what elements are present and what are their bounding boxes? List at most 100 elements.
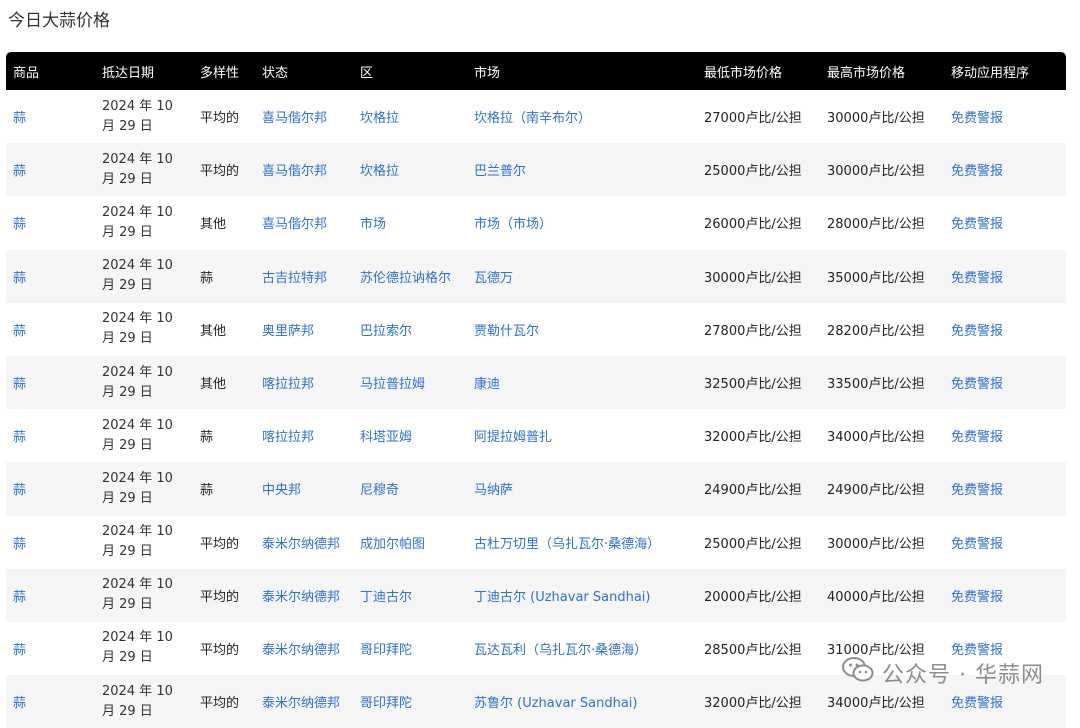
- free-alert-link[interactable]: 免费警报: [951, 271, 1003, 286]
- state-link[interactable]: 喜马偕尔邦: [262, 111, 327, 126]
- min-price-cell: 32000卢比/公担: [697, 409, 820, 462]
- market-link[interactable]: 瓦达瓦利（乌扎瓦尔·桑德海）: [474, 643, 647, 658]
- state-cell: 奥里萨邦: [255, 303, 353, 356]
- state-link[interactable]: 古吉拉特邦: [262, 271, 327, 286]
- market-link[interactable]: 丁迪古尔 (Uzhavar Sandhai): [474, 590, 650, 605]
- min-price: 26000卢比/公担: [704, 217, 802, 233]
- variety: 平均的: [200, 536, 240, 552]
- market-cell: 巴兰普尔: [467, 143, 697, 196]
- table-row: 蒜 2024 年 10 月 29 日 蒜 中央邦 尼穆奇 马纳萨 24900卢比/公担 249…: [6, 462, 1066, 516]
- district-cell: 哥印拜陀: [353, 675, 467, 728]
- max-price: 24900卢比/公担: [827, 483, 925, 499]
- market-cell: 康迪: [467, 356, 697, 409]
- state-link[interactable]: 泰米尔纳德邦: [262, 643, 340, 658]
- arrival-date: 2024 年 10 月 29 日: [102, 98, 173, 134]
- commodity-cell: 蒜: [6, 622, 95, 675]
- market-link[interactable]: 瓦德万: [474, 271, 513, 286]
- min-price-cell: 24900卢比/公担: [697, 462, 820, 515]
- header-arrival-date: 抵达日期: [102, 65, 155, 81]
- district-cell: 巴拉索尔: [353, 303, 467, 356]
- free-alert-cell: 免费警报: [944, 516, 1066, 569]
- state-link[interactable]: 中央邦: [262, 483, 301, 498]
- district-link[interactable]: 坎格拉: [360, 111, 399, 126]
- max-price: 28200卢比/公担: [827, 323, 925, 339]
- commodity-link[interactable]: 蒜: [13, 217, 26, 232]
- state-link[interactable]: 喀拉拉邦: [262, 430, 314, 445]
- variety-cell: 平均的: [193, 569, 255, 622]
- market-link[interactable]: 马纳萨: [474, 483, 513, 498]
- market-link[interactable]: 市场（市场）: [474, 217, 552, 232]
- market-cell: 阿提拉姆普扎: [467, 409, 697, 462]
- commodity-link[interactable]: 蒜: [13, 271, 26, 286]
- market-cell: 坎格拉（南辛布尔）: [467, 90, 697, 143]
- state-link[interactable]: 喜马偕尔邦: [262, 217, 327, 232]
- district-link[interactable]: 市场: [360, 217, 386, 232]
- state-link[interactable]: 喀拉拉邦: [262, 377, 314, 392]
- commodity-cell: 蒜: [6, 303, 95, 356]
- max-price: 30000卢比/公担: [827, 536, 925, 552]
- variety-cell: 蒜: [193, 462, 255, 515]
- market-link[interactable]: 巴兰普尔: [474, 164, 526, 179]
- district-link[interactable]: 巴拉索尔: [360, 324, 412, 339]
- free-alert-link[interactable]: 免费警报: [951, 537, 1003, 552]
- state-link[interactable]: 泰米尔纳德邦: [262, 590, 340, 605]
- max-price-cell: 24900卢比/公担: [820, 462, 944, 515]
- min-price: 24900卢比/公担: [704, 483, 802, 499]
- district-link[interactable]: 坎格拉: [360, 164, 399, 179]
- free-alert-link[interactable]: 免费警报: [951, 430, 1003, 445]
- commodity-link[interactable]: 蒜: [13, 537, 26, 552]
- commodity-link[interactable]: 蒜: [13, 324, 26, 339]
- table-row: 蒜 2024 年 10 月 29 日 平均的 泰米尔纳德邦 丁迪古尔 丁迪古尔 (Uzha…: [6, 568, 1066, 622]
- district-link[interactable]: 丁迪古尔: [360, 590, 412, 605]
- state-link[interactable]: 奥里萨邦: [262, 324, 314, 339]
- market-cell: 古杜万切里（乌扎瓦尔·桑德海）: [467, 516, 697, 569]
- free-alert-link[interactable]: 免费警报: [951, 164, 1003, 179]
- state-link[interactable]: 喜马偕尔邦: [262, 164, 327, 179]
- market-link[interactable]: 贾勒什瓦尔: [474, 324, 539, 339]
- district-cell: 苏伦德拉讷格尔: [353, 250, 467, 303]
- free-alert-link[interactable]: 免费警报: [951, 377, 1003, 392]
- market-link[interactable]: 康迪: [474, 377, 500, 392]
- free-alert-link[interactable]: 免费警报: [951, 483, 1003, 498]
- commodity-link[interactable]: 蒜: [13, 483, 26, 498]
- district-link[interactable]: 哥印拜陀: [360, 643, 412, 658]
- district-link[interactable]: 成加尔帕图: [360, 537, 425, 552]
- free-alert-link[interactable]: 免费警报: [951, 324, 1003, 339]
- free-alert-cell: 免费警报: [944, 196, 1066, 249]
- free-alert-link[interactable]: 免费警报: [951, 696, 1003, 711]
- market-link[interactable]: 坎格拉（南辛布尔）: [474, 111, 591, 126]
- state-link[interactable]: 泰米尔纳德邦: [262, 537, 340, 552]
- free-alert-link[interactable]: 免费警报: [951, 217, 1003, 232]
- table-row: 蒜 2024 年 10 月 29 日 平均的 泰米尔纳德邦 哥印拜陀 瓦达瓦利（乌扎瓦尔·…: [6, 622, 1066, 675]
- market-link[interactable]: 古杜万切里（乌扎瓦尔·桑德海）: [474, 537, 660, 552]
- table-header-row: 商品 抵达日期 多样性 状态 区 市场 最低市场价格 最高市场价格 移动应用程序: [6, 52, 1066, 90]
- state-cell: 泰米尔纳德邦: [255, 622, 353, 675]
- commodity-link[interactable]: 蒜: [13, 377, 26, 392]
- free-alert-link[interactable]: 免费警报: [951, 111, 1003, 126]
- free-alert-link[interactable]: 免费警报: [951, 590, 1003, 605]
- min-price: 20000卢比/公担: [704, 589, 802, 605]
- market-link[interactable]: 阿提拉姆普扎: [474, 430, 552, 445]
- table-row: 蒜 2024 年 10 月 29 日 平均的 喜马偕尔邦 坎格拉 坎格拉（南辛布尔） 270…: [6, 90, 1066, 143]
- commodity-link[interactable]: 蒜: [13, 430, 26, 445]
- district-link[interactable]: 科塔亚姆: [360, 430, 412, 445]
- district-link[interactable]: 马拉普拉姆: [360, 377, 425, 392]
- table-row: 蒜 2024 年 10 月 29 日 其他 喀拉拉邦 马拉普拉姆 康迪 32500卢比/公担…: [6, 355, 1066, 410]
- variety: 其他: [200, 323, 227, 339]
- free-alert-link[interactable]: 免费警报: [951, 643, 1003, 658]
- district-link[interactable]: 哥印拜陀: [360, 696, 412, 711]
- commodity-link[interactable]: 蒜: [13, 643, 26, 658]
- market-link[interactable]: 苏鲁尔 (Uzhavar Sandhai): [474, 696, 637, 711]
- commodity-link[interactable]: 蒜: [13, 164, 26, 179]
- commodity-link[interactable]: 蒜: [13, 696, 26, 711]
- commodity-link[interactable]: 蒜: [13, 590, 26, 605]
- commodity-link[interactable]: 蒜: [13, 111, 26, 126]
- state-link[interactable]: 泰米尔纳德邦: [262, 696, 340, 711]
- district-link[interactable]: 苏伦德拉讷格尔: [360, 271, 451, 286]
- min-price: 32000卢比/公担: [704, 430, 802, 446]
- min-price-cell: 26000卢比/公担: [697, 196, 820, 249]
- district-link[interactable]: 尼穆奇: [360, 483, 399, 498]
- arrival-date: 2024 年 10 月 29 日: [102, 577, 173, 613]
- district-cell: 尼穆奇: [353, 462, 467, 515]
- max-price: 33500卢比/公担: [827, 377, 925, 393]
